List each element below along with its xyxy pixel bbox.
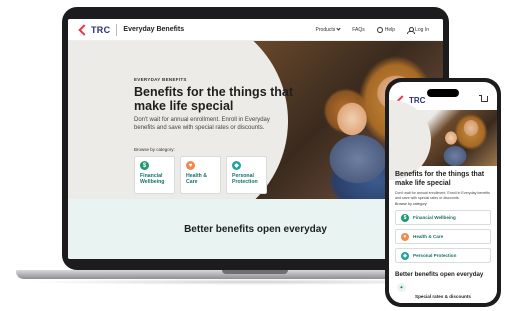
mobile-band-subtitle: Special rates & discounts <box>415 294 471 299</box>
mobile-category-label: Financial Wellbeing <box>413 215 456 220</box>
category-card-health[interactable]: ♥ Health & Care <box>180 156 221 194</box>
trc-logo[interactable]: TRC <box>68 19 110 41</box>
nav-products-label: Products <box>315 26 336 33</box>
shield-icon: ◆ <box>401 251 409 260</box>
phone-screen: TRC Benefits for the things that make li… <box>389 82 497 303</box>
mobile-category-label: Health & Care <box>413 234 444 239</box>
dollar-icon: $ <box>401 213 409 222</box>
mobile-category-label: Personal Protection <box>413 253 457 258</box>
category-card-protection[interactable]: ◆ Personal Protection <box>226 156 267 194</box>
mobile-category-financial[interactable]: $ Financial Wellbeing <box>395 210 491 225</box>
mobile-band-title: Better benefits open everyday <box>395 271 484 278</box>
nav-help[interactable]: Help <box>376 26 396 33</box>
hero-description: Don't wait for annual enrollment. Enroll… <box>134 117 270 131</box>
nav-login[interactable]: Log In <box>407 26 429 34</box>
category-label: Personal Protection <box>232 173 258 185</box>
nav-products[interactable]: Products <box>315 26 341 33</box>
site-name: Everyday Benefits <box>123 26 185 33</box>
mobile-hero-photo <box>389 100 497 180</box>
help-icon <box>376 26 383 33</box>
sparkle-icon: ✦ <box>397 283 406 292</box>
user-icon <box>407 26 416 34</box>
header-divider <box>116 23 118 36</box>
mobile-browse-label: Browse by category: <box>395 202 428 206</box>
mobile-category-protection[interactable]: ◆ Personal Protection <box>395 248 491 263</box>
category-label: Health & Care <box>186 173 208 185</box>
site-header: TRC Everyday Benefits Products FAQs Help <box>68 19 443 41</box>
hero-eyebrow: EVERYDAY BENEFITS <box>134 77 187 82</box>
category-card-financial[interactable]: $ Financial Wellbeing <box>134 156 175 194</box>
logo-text: TRC <box>91 24 111 35</box>
laptop-notch <box>222 270 288 274</box>
shield-icon: ◆ <box>232 161 241 170</box>
main-nav: Products FAQs Help Log In <box>315 26 443 34</box>
mobile-logo-text[interactable]: TRC <box>409 96 425 105</box>
dynamic-island <box>427 89 459 97</box>
cart-icon[interactable] <box>479 95 488 102</box>
nav-help-label: Help <box>384 26 396 33</box>
nav-faqs-label: FAQs <box>352 26 365 33</box>
phone: TRC Benefits for the things that make li… <box>385 78 501 307</box>
chevron-down-icon <box>336 26 341 31</box>
nav-login-label: Log In <box>415 26 429 33</box>
heart-icon: ♥ <box>401 232 409 241</box>
nav-faqs[interactable]: FAQs <box>352 27 365 33</box>
mobile-hero-title: Benefits for the things that make life s… <box>395 171 485 187</box>
category-cards: $ Financial Wellbeing ♥ Health & Care ◆ … <box>134 156 267 194</box>
mobile-hero-panel <box>389 100 431 180</box>
mobile-category-health[interactable]: ♥ Health & Care <box>395 229 491 244</box>
device-mockup-stage: TRC Everyday Benefits Products FAQs Help <box>0 0 505 311</box>
hero-title: Benefits for the things that make life s… <box>134 85 294 113</box>
logo-chevron-icon <box>80 25 89 34</box>
mobile-hero-description: Don't wait for annual enrollment. Enroll… <box>395 191 490 200</box>
heart-icon: ♥ <box>186 161 195 170</box>
dollar-icon: $ <box>140 161 149 170</box>
category-label: Financial Wellbeing <box>140 173 165 185</box>
browse-label: Browse by category: <box>134 147 175 152</box>
mobile-benefits-band: Better benefits open everyday ✦ Special … <box>389 264 497 303</box>
